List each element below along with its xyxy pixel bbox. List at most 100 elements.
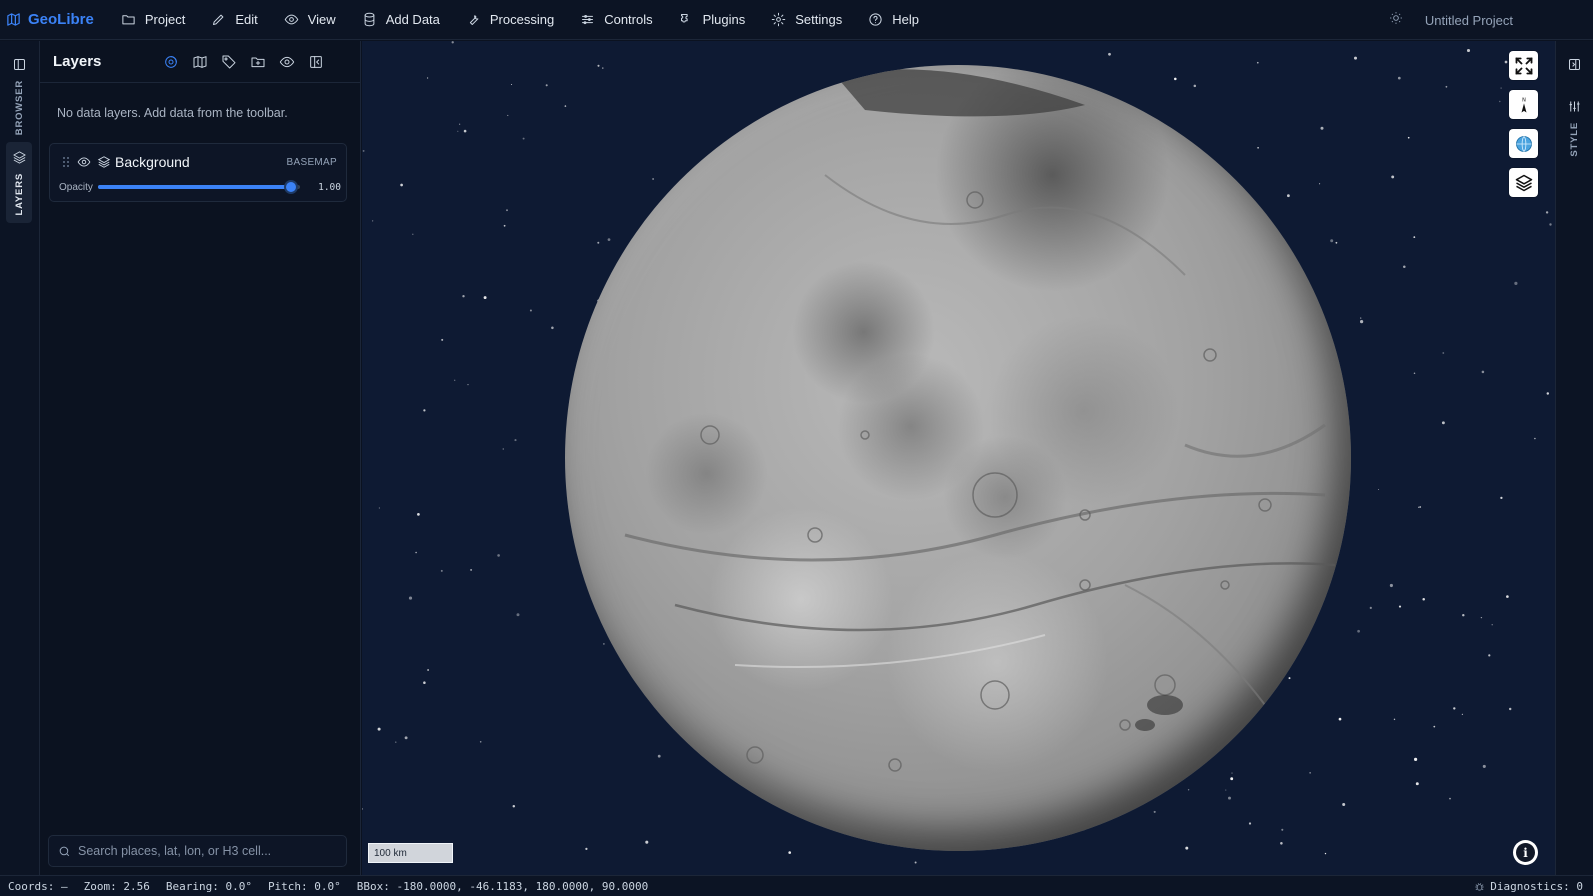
- app-brand[interactable]: GeoLibre: [0, 11, 94, 28]
- layers-icon: [1515, 174, 1532, 191]
- theme-toggle[interactable]: [1389, 11, 1403, 30]
- compass-button[interactable]: N: [1509, 90, 1538, 119]
- opacity-value: 1.00: [318, 181, 341, 193]
- rail-layers-label: LAYERS: [13, 173, 25, 216]
- compass-icon: N: [1521, 97, 1526, 112]
- sliders-icon: [582, 14, 594, 25]
- folder-plus-icon: [251, 57, 265, 67]
- star: [1481, 370, 1485, 374]
- star: [1419, 506, 1422, 508]
- layers-icon: [12, 151, 26, 164]
- status-coords: Coords: —: [8, 879, 68, 893]
- basemap-button[interactable]: [192, 54, 208, 70]
- globe-projection-icon: [165, 55, 177, 68]
- drag-handle-icon[interactable]: [62, 156, 70, 168]
- globe-button[interactable]: [1509, 129, 1538, 158]
- star: [1442, 352, 1445, 354]
- panel-title: Layers: [53, 53, 102, 70]
- star: [1445, 85, 1448, 88]
- menu-plugins[interactable]: Plugins: [666, 0, 759, 40]
- layers-toolbar: [163, 54, 324, 70]
- star: [423, 409, 426, 412]
- rail-browser-tab[interactable]: BROWSER: [6, 49, 32, 143]
- menu-controls[interactable]: Controls: [567, 0, 665, 40]
- layer-row: Background BASEMAP: [50, 153, 346, 171]
- menu-help[interactable]: Help: [855, 0, 932, 40]
- star: [412, 233, 414, 236]
- left-activity-rail: BROWSER LAYERS: [0, 41, 40, 875]
- star: [1391, 175, 1395, 179]
- project-title[interactable]: Untitled Project: [1425, 13, 1513, 28]
- star: [483, 296, 487, 300]
- layer-name: Background: [115, 154, 190, 170]
- star: [457, 130, 459, 132]
- slider-thumb[interactable]: [283, 180, 298, 194]
- wrench-icon: [469, 15, 479, 25]
- star: [1500, 87, 1502, 89]
- expand-right-panel-button[interactable]: [1567, 57, 1582, 77]
- star: [1508, 707, 1512, 711]
- opacity-slider[interactable]: [97, 180, 301, 194]
- star: [1545, 211, 1549, 214]
- star: [1415, 782, 1419, 786]
- menu-project-label: Project: [144, 12, 186, 27]
- star: [1357, 629, 1360, 633]
- star: [467, 384, 469, 386]
- star: [479, 741, 482, 743]
- search-input[interactable]: [78, 844, 328, 858]
- star: [1499, 100, 1501, 103]
- eye-icon: [77, 157, 91, 167]
- style-tag-button[interactable]: [221, 54, 237, 70]
- style-tab[interactable]: STYLE: [1567, 99, 1582, 157]
- star: [470, 568, 473, 571]
- rail-layers-tab[interactable]: LAYERS: [6, 142, 32, 224]
- star: [1413, 372, 1416, 374]
- puzzle-icon: [680, 14, 688, 23]
- layer-visibility-toggle[interactable]: [77, 155, 91, 169]
- globe-projection-button[interactable]: [163, 54, 179, 70]
- attribution-info-button[interactable]: i: [1513, 840, 1538, 865]
- star: [1389, 583, 1393, 588]
- toggle-visibility-button[interactable]: [279, 54, 295, 70]
- star: [1441, 421, 1445, 425]
- layer-card-background[interactable]: Background BASEMAP Opacity 1.00: [49, 143, 347, 202]
- diagnostics-label: Diagnostics: 0: [1490, 880, 1583, 893]
- star: [415, 551, 417, 554]
- map-icon: [193, 55, 207, 68]
- star: [1360, 317, 1362, 319]
- star: [378, 507, 380, 509]
- star: [1354, 56, 1357, 60]
- globe-surface-features: [624, 69, 1336, 772]
- empty-layers-message: No data layers. Add data from the toolba…: [57, 106, 288, 120]
- sliders-icon: [1569, 101, 1580, 112]
- svg-text:N: N: [1522, 97, 1526, 103]
- fullscreen-button[interactable]: [1509, 51, 1538, 80]
- collapse-panel-button[interactable]: [308, 54, 324, 70]
- scale-bar: 100 km: [368, 843, 453, 863]
- layer-switcher-button[interactable]: [1509, 168, 1538, 197]
- map-canvas[interactable]: 100 km N i: [362, 41, 1555, 875]
- add-group-button[interactable]: [250, 54, 266, 70]
- menu-settings-label: Settings: [795, 12, 843, 27]
- layers-panel: Layers No data layers. Add data from the…: [40, 41, 361, 875]
- place-search[interactable]: [48, 835, 347, 867]
- star: [1433, 725, 1436, 728]
- menu-edit[interactable]: Edit: [198, 0, 270, 40]
- diagnostics-indicator[interactable]: Diagnostics: 0: [1474, 876, 1583, 896]
- star: [1360, 320, 1364, 324]
- star: [1324, 852, 1327, 855]
- star: [462, 295, 465, 298]
- star: [512, 805, 516, 808]
- star: [1488, 654, 1491, 657]
- menu-processing[interactable]: Processing: [453, 0, 567, 40]
- star: [1256, 61, 1259, 64]
- menu-add-data[interactable]: Add Data: [349, 0, 453, 40]
- status-bar: Coords: — Zoom: 2.56 Bearing: 0.0° Pitch…: [0, 875, 1593, 896]
- menu-view[interactable]: View: [271, 0, 349, 40]
- star: [1514, 281, 1518, 285]
- top-menu-bar: GeoLibre Project Edit View Add Data Proc…: [0, 0, 1593, 40]
- menu-settings[interactable]: Settings: [758, 0, 855, 40]
- star: [788, 851, 792, 854]
- style-tab-label: STYLE: [1569, 122, 1580, 157]
- menu-project[interactable]: Project: [108, 0, 198, 40]
